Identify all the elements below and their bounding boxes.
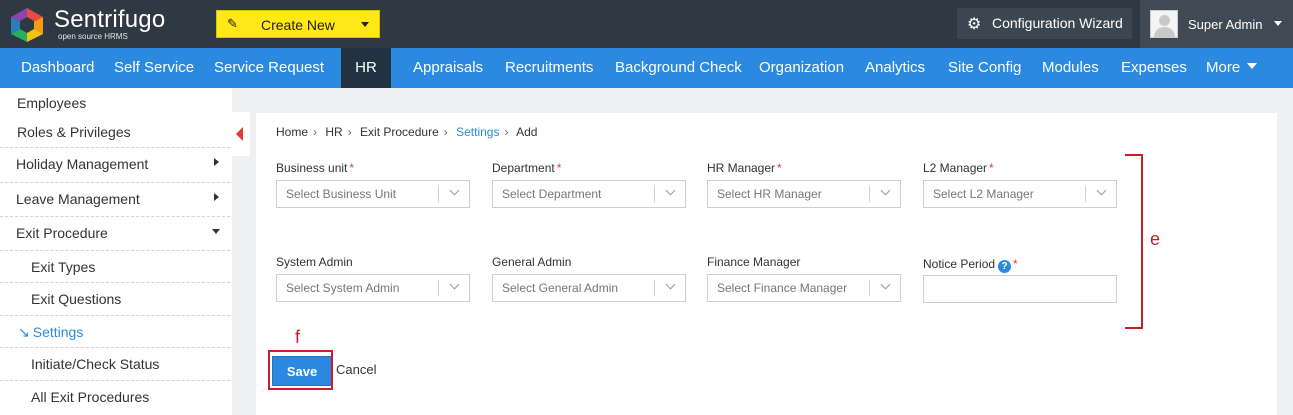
- nav-recruitments[interactable]: Recruitments: [505, 48, 593, 88]
- notice-period-label: Notice Period? *: [923, 257, 1018, 273]
- department-label: Department *: [492, 161, 562, 175]
- divider: [0, 216, 230, 217]
- divider: [0, 182, 230, 183]
- cancel-button[interactable]: Cancel: [336, 362, 376, 377]
- sidebar: Employees Roles & Privileges Holiday Man…: [0, 88, 232, 415]
- chevron-down-icon: [212, 229, 220, 234]
- business-unit-select[interactable]: Select Business Unit: [276, 180, 470, 208]
- divider: [0, 315, 230, 316]
- divider: [0, 147, 230, 148]
- sidebar-item-roles-privileges[interactable]: Roles & Privileges: [17, 124, 249, 140]
- help-icon[interactable]: ?: [998, 260, 1012, 273]
- system-admin-label: System Admin: [276, 255, 353, 269]
- sidebar-item-all-exit-procedures[interactable]: All Exit Procedures: [31, 389, 263, 405]
- nav-service-request[interactable]: Service Request: [214, 48, 324, 88]
- annotation-bracket-e: [1125, 154, 1143, 329]
- sidebar-item-settings[interactable]: ↘ Settings: [18, 324, 250, 341]
- chevron-down-icon: [880, 185, 891, 196]
- breadcrumb: Home › HR › Exit Procedure › Settings › Add: [276, 125, 538, 139]
- divider: [0, 380, 230, 381]
- brand-tagline: open source HRMS: [58, 32, 128, 41]
- nav-dashboard[interactable]: Dashboard: [21, 48, 94, 88]
- hr-manager-label: HR Manager *: [707, 161, 782, 175]
- nav-organization[interactable]: Organization: [759, 48, 844, 88]
- breadcrumb-hr[interactable]: HR: [325, 125, 342, 139]
- user-name: Super Admin: [1188, 17, 1263, 32]
- brand-name: Sentrifugo: [54, 6, 166, 33]
- nav-self-service[interactable]: Self Service: [114, 48, 194, 88]
- annotation-box-f: [268, 350, 333, 390]
- sidebar-item-employees[interactable]: Employees: [17, 95, 249, 111]
- sidebar-item-exit-types[interactable]: Exit Types: [31, 259, 263, 275]
- configuration-wizard-label: Configuration Wizard: [992, 15, 1123, 31]
- finance-manager-select[interactable]: Select Finance Manager: [707, 274, 901, 302]
- chevron-down-icon: [361, 22, 369, 27]
- chevron-right-icon: [214, 158, 219, 166]
- nav-modules[interactable]: Modules: [1042, 48, 1099, 88]
- general-admin-select[interactable]: Select General Admin: [492, 274, 686, 302]
- general-admin-label: General Admin: [492, 255, 572, 269]
- create-new-label: Create New: [261, 17, 335, 33]
- nav-more-label: More: [1206, 59, 1241, 76]
- avatar: [1150, 10, 1178, 38]
- annotation-label-e: e: [1150, 229, 1161, 249]
- breadcrumb-exit-procedure[interactable]: Exit Procedure: [360, 125, 439, 139]
- notice-period-input[interactable]: [923, 275, 1117, 303]
- chevron-down-icon: [665, 185, 676, 196]
- chevron-down-icon: [1247, 63, 1258, 70]
- arrow-southeast-icon: ↘: [18, 324, 30, 340]
- chevron-down-icon: [449, 185, 460, 196]
- create-new-button[interactable]: ✎ Create New: [216, 10, 380, 38]
- sidebar-item-exit-questions[interactable]: Exit Questions: [31, 291, 263, 307]
- nav-background-check[interactable]: Background Check: [615, 48, 742, 88]
- brand-logo[interactable]: Sentrifugo open source HRMS: [8, 5, 188, 43]
- finance-manager-label: Finance Manager: [707, 255, 801, 269]
- main-nav: Dashboard Self Service Service Request H…: [0, 48, 1293, 88]
- chevron-right-icon: [214, 193, 219, 201]
- l2-manager-select[interactable]: Select L2 Manager: [923, 180, 1117, 208]
- chevron-down-icon: [880, 279, 891, 290]
- sidebar-collapse-toggle[interactable]: [232, 112, 250, 156]
- chevron-down-icon: [1274, 21, 1282, 26]
- nav-more[interactable]: More: [1206, 48, 1258, 88]
- breadcrumb-home[interactable]: Home: [276, 125, 308, 139]
- sidebar-item-initiate-check-status[interactable]: Initiate/Check Status: [31, 356, 263, 372]
- triangle-left-icon: [236, 127, 243, 141]
- nav-appraisals[interactable]: Appraisals: [413, 48, 483, 88]
- nav-site-config[interactable]: Site Config: [948, 48, 1021, 88]
- breadcrumb-add: Add: [516, 125, 538, 139]
- chevron-down-icon: [449, 279, 460, 290]
- divider: [0, 250, 230, 251]
- nav-expenses[interactable]: Expenses: [1121, 48, 1187, 88]
- configuration-wizard-button[interactable]: ⚙ Configuration Wizard: [957, 8, 1132, 39]
- l2-manager-label: L2 Manager *: [923, 161, 994, 175]
- nav-analytics[interactable]: Analytics: [865, 48, 925, 88]
- nav-hr[interactable]: HR: [341, 48, 391, 88]
- top-bar: Sentrifugo open source HRMS ✎ Create New…: [0, 0, 1293, 48]
- breadcrumb-settings[interactable]: Settings: [456, 125, 499, 139]
- chevron-down-icon: [1096, 185, 1107, 196]
- system-admin-select[interactable]: Select System Admin: [276, 274, 470, 302]
- main-panel: Home › HR › Exit Procedure › Settings › Add …: [256, 113, 1277, 415]
- business-unit-label: Business unit *: [276, 161, 355, 175]
- divider: [0, 282, 230, 283]
- hr-manager-select[interactable]: Select HR Manager: [707, 180, 901, 208]
- annotation-label-f: f: [295, 327, 301, 347]
- logo-mark-icon: [11, 8, 43, 42]
- gear-icon: ⚙: [967, 16, 982, 33]
- sidebar-item-settings-label: Settings: [32, 324, 84, 340]
- chevron-down-icon: [665, 279, 676, 290]
- user-menu[interactable]: Super Admin: [1140, 0, 1293, 48]
- divider: [0, 347, 230, 348]
- department-select[interactable]: Select Department: [492, 180, 686, 208]
- pencil-icon: ✎: [227, 16, 238, 31]
